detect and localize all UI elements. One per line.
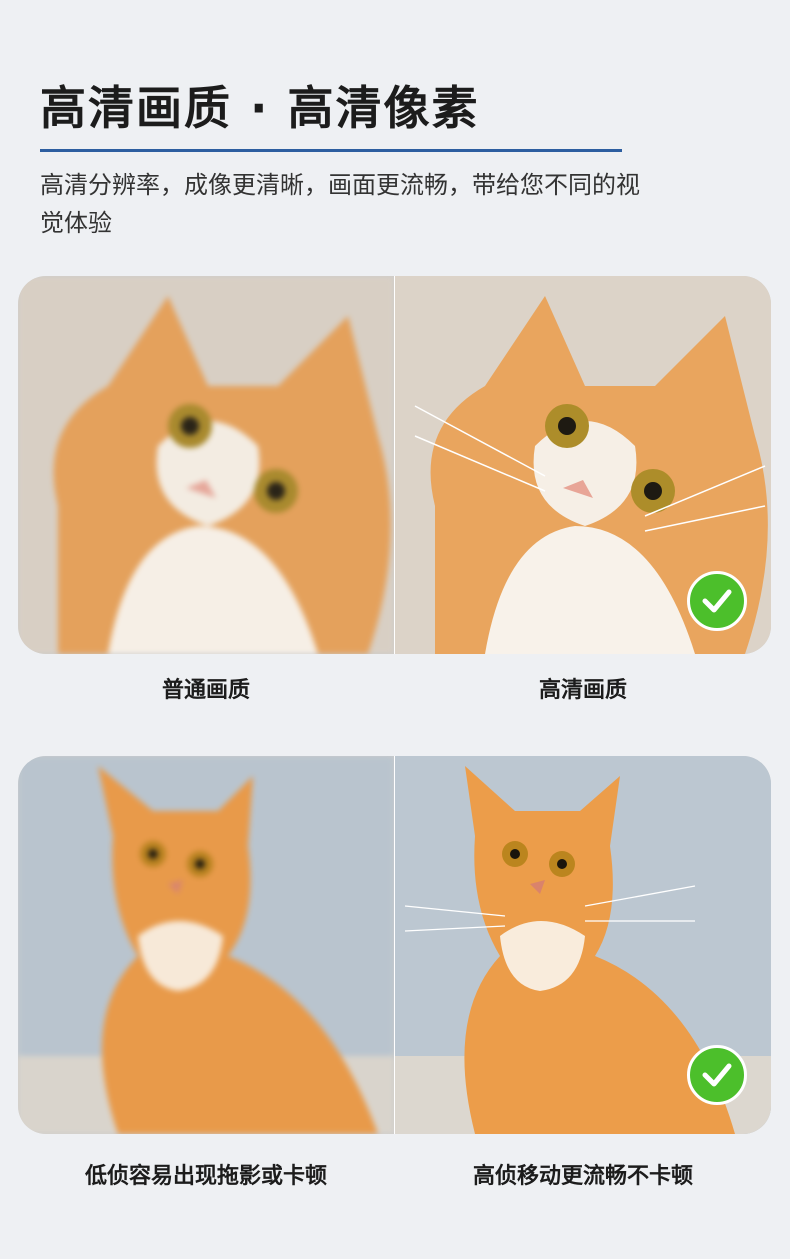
checkmark-icon <box>687 1045 747 1105</box>
hd-quality-image <box>395 276 771 654</box>
page-subtitle: 高清分辨率，成像更清晰，画面更流畅，带给您不同的视觉体验 <box>40 171 640 237</box>
comparison-panel-quality <box>18 276 771 654</box>
page-title: 高清画质 · 高清像素 <box>40 81 480 135</box>
caption-hd-quality: 高清画质 <box>538 678 627 703</box>
low-framerate-image <box>18 756 394 1134</box>
high-framerate-image <box>395 756 771 1134</box>
comparison-panel-framerate <box>18 756 771 1134</box>
title-underline <box>40 149 622 152</box>
caption-low-framerate: 低侦容易出现拖影或卡顿 <box>84 1164 327 1189</box>
caption-normal-quality: 普通画质 <box>161 678 250 703</box>
checkmark-icon <box>687 571 747 631</box>
normal-quality-image <box>18 276 394 654</box>
caption-high-framerate: 高侦移动更流畅不卡顿 <box>472 1164 693 1189</box>
